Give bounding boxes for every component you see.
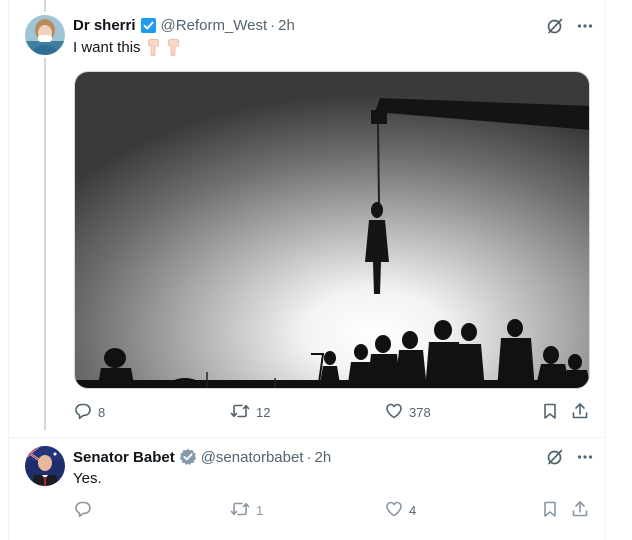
separator: ·: [306, 448, 312, 466]
tweet-action-bar: 1 4: [74, 500, 590, 524]
reply-icon: [74, 402, 92, 423]
tweet-text-content: I want this: [73, 39, 141, 56]
user-handle[interactable]: @Reform_West: [161, 17, 268, 34]
tweet-top-actions: [546, 448, 594, 466]
reply-button[interactable]: 8: [74, 402, 105, 423]
reply-button[interactable]: [74, 500, 98, 521]
like-button[interactable]: 4: [385, 500, 416, 521]
tweet-text: I want this: [73, 39, 181, 56]
like-button[interactable]: 378: [385, 402, 431, 423]
tweet-header: Dr sherri @Reform_West · 2h: [73, 17, 295, 34]
tweet-text: Yes.: [73, 470, 102, 487]
retweet-icon: [230, 500, 250, 521]
bookmark-button[interactable]: [541, 402, 559, 423]
reply-count: 8: [98, 405, 106, 420]
tweet-divider: [9, 437, 605, 438]
retweet-count: 12: [256, 405, 271, 420]
tweet-action-bar: 8 12 378: [74, 402, 590, 426]
timestamp[interactable]: 2h: [315, 449, 332, 466]
display-name[interactable]: Senator Babet: [73, 449, 175, 466]
tweet-top-actions: [546, 17, 594, 35]
user-handle[interactable]: @senatorbabet: [201, 449, 304, 466]
like-count: 4: [409, 503, 417, 518]
verified-badge-icon: [140, 17, 157, 34]
bookmark-button[interactable]: [541, 500, 559, 521]
like-icon: [385, 500, 403, 521]
thread-connector: [44, 58, 46, 430]
bookmark-icon: [541, 402, 559, 423]
pointing-down-hand-icon: [165, 39, 181, 56]
timestamp[interactable]: 2h: [278, 17, 295, 34]
retweet-button[interactable]: 12: [230, 402, 270, 423]
tweet-text-content: Yes.: [73, 470, 102, 487]
share-button[interactable]: [571, 402, 589, 423]
more-icon[interactable]: [576, 448, 594, 466]
share-icon: [571, 500, 589, 521]
avatar[interactable]: [25, 15, 65, 55]
display-name[interactable]: Dr sherri: [73, 17, 136, 34]
reply-icon: [74, 500, 92, 521]
like-count: 378: [409, 405, 431, 420]
verified-badge-icon: [179, 448, 197, 466]
thread-connector-top: [44, 0, 46, 12]
separator: ·: [270, 17, 276, 34]
retweet-count: 1: [256, 503, 264, 518]
tweet-header: Senator Babet @senatorbabet · 2h: [73, 448, 331, 466]
retweet-button[interactable]: 1: [230, 500, 263, 521]
more-icon[interactable]: [576, 17, 594, 35]
share-button[interactable]: [571, 500, 589, 521]
retweet-icon: [230, 402, 250, 423]
bookmark-icon: [541, 500, 559, 521]
grok-icon[interactable]: [546, 17, 564, 35]
tweet-image[interactable]: [74, 71, 590, 389]
like-icon: [385, 402, 403, 423]
avatar[interactable]: [25, 446, 65, 486]
pointing-down-hand-icon: [145, 39, 161, 56]
grok-icon[interactable]: [546, 448, 564, 466]
share-icon: [571, 402, 589, 423]
